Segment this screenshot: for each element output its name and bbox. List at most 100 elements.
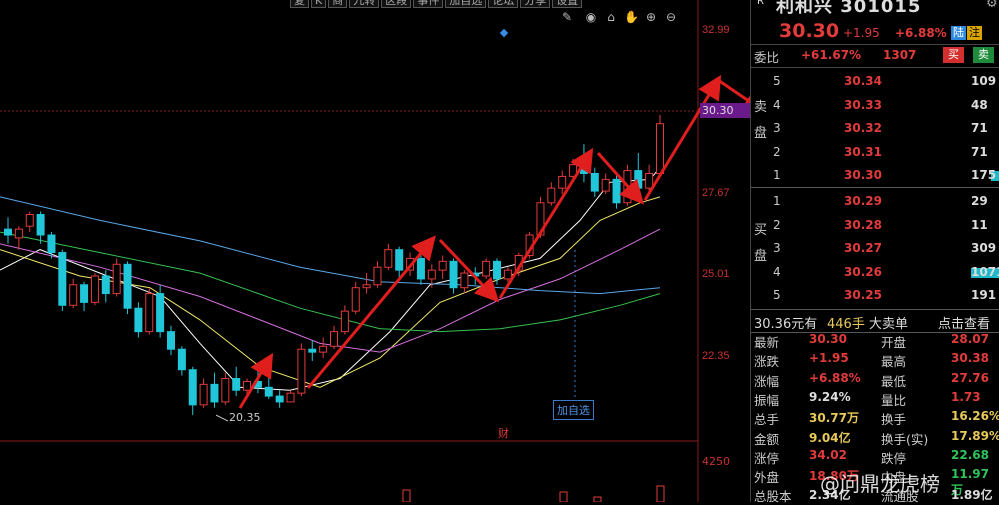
eye-icon[interactable]: ◉ (584, 10, 598, 24)
bid-level-5[interactable]: 5 30.25 191 (751, 284, 999, 307)
ask-level-5[interactable]: 5 30.34 109 (751, 70, 999, 93)
stat-row: 振幅 9.24% 量比 1.73 (751, 389, 999, 408)
zoom-out-icon[interactable]: ⊖ (664, 10, 678, 24)
toolbar-btn[interactable]: 商 (328, 0, 348, 8)
ask-level-1[interactable]: 1 30.30 175 (751, 164, 999, 187)
toolbar-btn[interactable]: 论坛 (488, 0, 519, 8)
ask-level-3[interactable]: 3 30.32 71 (751, 117, 999, 140)
ask-price: 30.30 (844, 168, 882, 182)
bid-price: 30.27 (844, 241, 882, 255)
ask-price: 30.33 (844, 97, 882, 112)
trend-arrow (306, 235, 436, 389)
bid-vol: 11 (971, 217, 988, 232)
stat-label: 最高 (881, 354, 907, 370)
stat-label: 换手(实) (881, 431, 929, 447)
volume-bar (593, 496, 602, 502)
price-change: +1.95 (843, 26, 880, 40)
bid-level-4[interactable]: 4 30.26 1071 (751, 261, 999, 284)
order-diff-value: 1307 (883, 48, 917, 62)
y-axis-label: 25.01 (702, 268, 730, 280)
trade-side: 大卖单 (869, 317, 909, 332)
y-axis-label: 27.67 (702, 187, 730, 199)
bid-price: 30.26 (844, 264, 882, 279)
ask-level-2[interactable]: 2 30.31 71 (751, 141, 999, 164)
candle-body (14, 228, 23, 239)
candlestick-svg[interactable] (0, 0, 750, 502)
bid-level-1[interactable]: 1 30.29 29 (751, 190, 999, 213)
add-favorite-button[interactable]: 加自选 (553, 400, 594, 420)
toolbar-btn[interactable]: 事件 (413, 0, 444, 8)
candle-body (47, 234, 56, 254)
gear-icon[interactable]: ⚙ (986, 0, 998, 11)
building-icon[interactable]: ⌂ (604, 10, 618, 24)
toolbar-btn[interactable]: 分享 (520, 0, 551, 8)
candle-body (112, 263, 121, 295)
candle-body (460, 272, 469, 289)
stat-label: 最低 (881, 373, 907, 389)
bid-lvl: 2 (773, 217, 781, 232)
order-ratio-label: 委比 (754, 50, 780, 65)
candle-body (340, 310, 349, 333)
candle-body (145, 293, 154, 333)
ask-level-4[interactable]: 4 30.33 48 (751, 94, 999, 117)
y-axis-label: 22.35 (702, 350, 730, 362)
bid-price: 30.28 (844, 217, 882, 232)
hand-icon[interactable]: ✋ (624, 10, 639, 24)
toolbar-btn[interactable]: K (311, 0, 327, 8)
kline-chart[interactable]: 复 K 商 九转 区段 事件 加自选 论坛 分享 设置 ✎ ◉ ⌂ ✋ ⊕ ⊖ … (0, 0, 752, 502)
candle-body (395, 249, 404, 271)
candle-body (547, 187, 556, 204)
low-pointer (215, 414, 229, 422)
financial-report-mark[interactable]: 财 (498, 425, 509, 441)
candle-body (438, 260, 447, 271)
ask-vol: 175 (971, 168, 997, 182)
stat-label: 最新 (754, 335, 780, 350)
candle-body (210, 383, 219, 403)
trend-arrow (643, 74, 722, 201)
ask-vol: 71 (971, 144, 988, 159)
stat-value: 30.38 (951, 351, 989, 366)
toolbar-btn[interactable]: 加自选 (445, 0, 487, 8)
pencil-icon[interactable]: ✎ (560, 10, 574, 24)
candle-body (493, 260, 501, 280)
stat-label: 总股本 (754, 489, 792, 505)
stat-row: 总手 30.77万 换手 16.26% (751, 409, 999, 428)
candle-body (188, 369, 197, 406)
toolbar-btn[interactable]: 设置 (552, 0, 583, 8)
big-trade-row[interactable]: 30.36元有 446手 大卖单 点击查看 (751, 309, 999, 333)
candle-body (25, 214, 34, 227)
zoom-in-icon[interactable]: ⊕ (644, 10, 658, 24)
candle-body (101, 275, 110, 295)
toolbar-btn[interactable]: 复 (290, 0, 309, 8)
toolbar-btn[interactable]: 九转 (349, 0, 380, 8)
volume-bar (656, 485, 665, 502)
view-details-link[interactable]: 点击查看 (938, 313, 990, 332)
stat-value: 34.02 (809, 447, 847, 462)
sell-button[interactable]: 卖 (973, 47, 994, 63)
candle-body (232, 378, 241, 391)
price-change-pct: +6.88% (895, 26, 947, 40)
last-price: 30.30 (779, 20, 840, 42)
candle-body (36, 214, 45, 236)
ask-price: 30.34 (844, 74, 882, 88)
toolbar-btn[interactable]: 区段 (381, 0, 412, 8)
stat-label: 总手 (754, 412, 780, 428)
candle-body (601, 178, 610, 192)
bid-vol: 309 (971, 241, 997, 255)
bid-level-3[interactable]: 3 30.27 309 (751, 237, 999, 260)
stat-row: 涨停 34.02 跌停 22.68 (751, 447, 999, 466)
stat-label: 开盘 (881, 335, 907, 350)
buy-button[interactable]: 买 (943, 47, 964, 63)
ask-lvl: 3 (773, 121, 781, 135)
stat-value: +6.88% (809, 370, 861, 385)
candle-body (351, 287, 360, 312)
ask-price: 30.31 (844, 144, 882, 159)
candle-body (80, 284, 89, 303)
stat-value: 1.73 (951, 389, 981, 404)
bid-level-2[interactable]: 2 30.28 11 (751, 214, 999, 237)
volume-bar (559, 491, 568, 502)
trade-volume: 446手 (827, 317, 865, 332)
stat-label: 量比 (881, 392, 907, 408)
stat-label: 涨停 (754, 450, 780, 466)
candle-body (558, 175, 567, 189)
